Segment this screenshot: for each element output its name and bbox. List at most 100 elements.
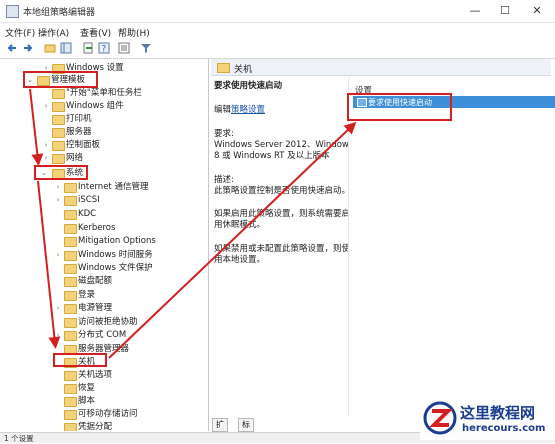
tree-item-power[interactable]: › 电源管理 — [0, 302, 208, 314]
tree-pane[interactable]: › Windows 设置 ⌄ 管理模板 "开始"菜单和任务栏 › Windows 组件… — [0, 59, 209, 431]
folder-icon — [52, 154, 65, 164]
svg-text:?: ? — [102, 45, 107, 55]
title-bar: 本地组策略编辑器 — ☐ ✕ — [0, 0, 555, 23]
folder-icon — [64, 410, 77, 420]
folder-icon — [64, 331, 77, 341]
tab-standard[interactable]: 标准 — [238, 418, 254, 441]
menu-help[interactable]: 帮助(H) — [118, 26, 150, 39]
tree-item-system[interactable]: ⌄ 系统 — [0, 167, 208, 179]
settings-list: 设置 要求使用快速启动 — [348, 77, 555, 417]
tree-item-kdc[interactable]: KDC — [0, 208, 208, 220]
folder-icon — [64, 384, 77, 394]
folder-icon — [64, 196, 77, 206]
disable-text: 如果禁用或未配置此策略设置，则使用本地设置。 — [214, 244, 351, 265]
edit-policy-line: 编辑策略设置 — [214, 105, 266, 115]
folder-icon — [64, 224, 77, 234]
folder-icon — [64, 251, 77, 261]
tree-item-windows-time[interactable]: › Windows 时间服务 — [0, 249, 208, 261]
tree-item-control-panel[interactable]: › 控制面板 — [0, 139, 208, 151]
folder-icon — [64, 397, 77, 407]
toolbar: ? — [0, 39, 555, 59]
description-text: 此策略设置控制是否使用快速启动。 — [214, 186, 351, 196]
annotation-box-admin-templates — [23, 71, 98, 88]
tree-item-file-protection[interactable]: Windows 文件保护 — [0, 262, 208, 274]
menu-action[interactable]: 操作(A) — [38, 26, 69, 39]
app-icon — [6, 5, 19, 18]
expand-arrow-icon[interactable]: › — [42, 139, 50, 151]
details-header-title: 关机 — [234, 65, 253, 75]
expand-arrow-icon[interactable]: › — [42, 152, 50, 164]
tree-item-removable-storage[interactable]: 可移动存储访问 — [0, 408, 208, 420]
filter-icon[interactable] — [140, 42, 152, 54]
folder-icon — [64, 423, 77, 431]
description-label: 描述: — [214, 175, 234, 185]
expand-arrow-icon[interactable]: › — [54, 194, 62, 206]
tree-item-iscsi[interactable]: › iSCSI — [0, 194, 208, 206]
forward-icon[interactable] — [22, 42, 34, 54]
folder-icon — [64, 371, 77, 381]
menu-bar: 文件(F) 操作(A) 查看(V) 帮助(H) — [0, 23, 555, 39]
site-logo-icon — [423, 401, 457, 435]
menu-file[interactable]: 文件(F) — [5, 26, 35, 39]
tree-item-server[interactable]: 服务器 — [0, 126, 208, 138]
expand-arrow-icon[interactable]: › — [54, 181, 62, 193]
folder-icon — [52, 102, 65, 112]
status-text: 1 个设置 — [4, 434, 34, 443]
folder-icon — [64, 264, 77, 274]
help-icon[interactable]: ? — [98, 42, 110, 54]
requirements-text: Windows Server 2012、Windows 8 或 Windows … — [214, 140, 354, 161]
close-button[interactable]: ✕ — [522, 2, 552, 19]
folder-icon — [52, 141, 65, 151]
expand-arrow-icon[interactable]: › — [54, 302, 62, 314]
show-tree-icon[interactable] — [60, 42, 72, 54]
tree-item-credentials[interactable]: 凭据分配 — [0, 421, 208, 431]
menu-view[interactable]: 查看(V) — [80, 26, 111, 39]
folder-icon — [52, 115, 65, 125]
tree-item-kerberos[interactable]: Kerberos — [0, 222, 208, 234]
expand-arrow-icon[interactable]: › — [42, 100, 50, 112]
folder-icon — [52, 89, 65, 99]
policy-title: 要求使用快速启动 — [214, 81, 283, 91]
properties-icon[interactable] — [118, 42, 130, 54]
tree-item-recovery[interactable]: 恢复 — [0, 382, 208, 394]
expand-arrow-icon[interactable]: › — [54, 329, 62, 341]
back-icon[interactable] — [6, 42, 18, 54]
site-watermark: 这里教程网 herecours.com — [420, 398, 555, 440]
tree-item-scripts[interactable]: 脚本 — [0, 395, 208, 407]
folder-icon — [64, 237, 77, 247]
requirements-label: 要求: — [214, 129, 234, 139]
edit-policy-link[interactable]: 策略设置 — [231, 105, 265, 115]
watermark-cn: 这里教程网 — [460, 404, 536, 422]
export-icon[interactable] — [82, 42, 94, 54]
watermark-en: herecours.com — [462, 423, 546, 434]
maximize-button[interactable]: ☐ — [490, 2, 520, 19]
tree-item-dcom[interactable]: › 分布式 COM — [0, 329, 208, 341]
folder-icon — [64, 210, 77, 220]
tree-item-windows-components[interactable]: › Windows 组件 — [0, 100, 208, 112]
tree-item-network[interactable]: › 网络 — [0, 152, 208, 164]
tree-item-printers[interactable]: 打印机 — [0, 113, 208, 125]
tree-item-disk-quota[interactable]: 磁盘配额 — [0, 275, 208, 287]
enable-text: 如果启用此策略设置，则系统需要启用休眠模式。 — [214, 209, 351, 230]
folder-icon — [52, 128, 65, 138]
annotation-box-system — [34, 165, 88, 180]
minimize-button[interactable]: — — [460, 2, 490, 19]
window-title: 本地组策略编辑器 — [23, 8, 96, 18]
tree-item-access-denied[interactable]: 访问被拒绝协助 — [0, 316, 208, 328]
tree-item-logon[interactable]: 登录 — [0, 289, 208, 301]
annotation-box-setting — [347, 93, 452, 121]
folder-icon — [64, 291, 77, 301]
tree-item-start-menu[interactable]: "开始"菜单和任务栏 — [0, 87, 208, 99]
up-folder-icon[interactable] — [44, 42, 56, 54]
tree-item-mitigation[interactable]: Mitigation Options — [0, 235, 208, 247]
expand-arrow-icon[interactable]: › — [54, 249, 62, 261]
folder-icon — [64, 304, 77, 314]
folder-icon — [64, 318, 77, 328]
tree-item-internet-comm[interactable]: › Internet 通信管理 — [0, 181, 208, 193]
folder-icon — [217, 63, 230, 73]
folder-icon — [64, 183, 77, 193]
tree-item-shutdown-options[interactable]: 关机选项 — [0, 369, 208, 381]
tab-extended[interactable]: 扩展 — [212, 418, 228, 441]
annotation-box-shutdown — [53, 353, 107, 367]
folder-icon — [64, 277, 77, 287]
